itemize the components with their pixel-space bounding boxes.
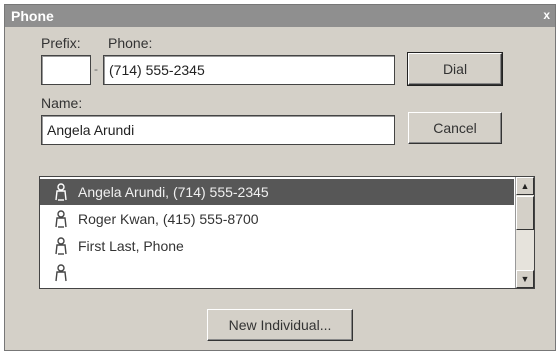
phone-label: Phone:	[108, 35, 153, 51]
list-item[interactable]	[40, 260, 514, 286]
prefix-input[interactable]	[41, 55, 91, 85]
list-item[interactable]: Angela Arundi, (714) 555-2345	[40, 179, 514, 205]
name-label: Name:	[41, 95, 83, 111]
person-icon	[55, 210, 67, 228]
list-item-text: First Last, Phone	[78, 238, 184, 254]
scroll-thumb[interactable]	[516, 196, 534, 230]
cancel-button[interactable]: Cancel	[408, 112, 502, 144]
person-icon	[55, 183, 67, 201]
window-title: Phone	[11, 8, 54, 24]
close-icon[interactable]: x	[543, 8, 550, 22]
list-item[interactable]: First Last, Phone	[40, 233, 514, 259]
list-item-text: Roger Kwan, (415) 555-8700	[78, 211, 259, 227]
prefix-separator: -	[94, 62, 98, 76]
person-icon	[55, 237, 67, 255]
new-individual-button[interactable]: New Individual...	[207, 309, 353, 341]
prefix-label: Prefix:	[41, 35, 81, 51]
contact-list[interactable]: Angela Arundi, (714) 555-2345 Roger Kwan…	[39, 176, 535, 289]
scroll-down-icon[interactable]: ▼	[516, 270, 534, 288]
list-scrollbar[interactable]: ▲ ▼	[515, 177, 534, 288]
dial-button[interactable]: Dial	[407, 52, 503, 86]
person-icon	[55, 264, 67, 282]
phone-dialog: Phone x Prefix: Phone: - (714) 555-2345 …	[4, 4, 556, 351]
list-item[interactable]: Roger Kwan, (415) 555-8700	[40, 206, 514, 232]
title-bar[interactable]: Phone x	[5, 5, 555, 27]
list-item-text: Angela Arundi, (714) 555-2345	[78, 184, 269, 200]
name-input[interactable]: Angela Arundi	[41, 115, 395, 145]
phone-input[interactable]: (714) 555-2345	[103, 55, 395, 85]
scroll-up-icon[interactable]: ▲	[516, 177, 534, 195]
